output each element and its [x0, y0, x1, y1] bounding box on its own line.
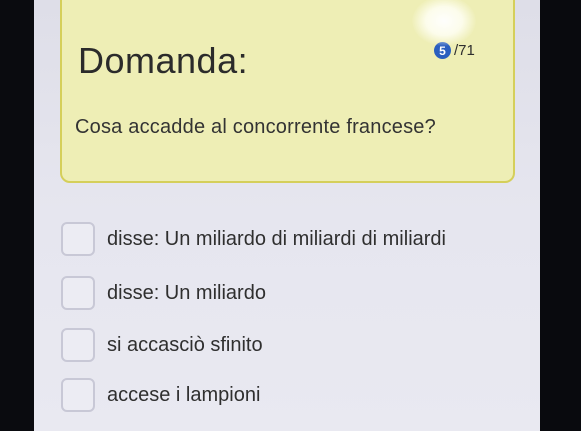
- answer-option-3[interactable]: si accasciò sfinito: [61, 326, 521, 372]
- answer-checkbox[interactable]: [61, 222, 95, 256]
- answer-list: disse: Un miliardo di miliardi di miliar…: [34, 0, 540, 431]
- quiz-screen: Domanda: 5 /71 Cosa accadde al concorren…: [34, 0, 540, 431]
- answer-checkbox[interactable]: [61, 378, 95, 412]
- answer-checkbox[interactable]: [61, 276, 95, 310]
- answer-checkbox[interactable]: [61, 328, 95, 362]
- answer-label: si accasciò sfinito: [107, 334, 263, 356]
- answer-option-1[interactable]: disse: Un miliardo di miliardi di miliar…: [61, 220, 521, 266]
- answer-label: disse: Un miliardo di miliardi di miliar…: [107, 228, 446, 250]
- answer-label: disse: Un miliardo: [107, 282, 266, 304]
- answer-option-2[interactable]: disse: Un miliardo: [61, 274, 521, 320]
- answer-option-4[interactable]: accese i lampioni: [61, 376, 521, 422]
- device-bezel-left: [0, 0, 34, 431]
- device-bezel-right: [540, 0, 581, 431]
- answer-label: accese i lampioni: [107, 384, 261, 406]
